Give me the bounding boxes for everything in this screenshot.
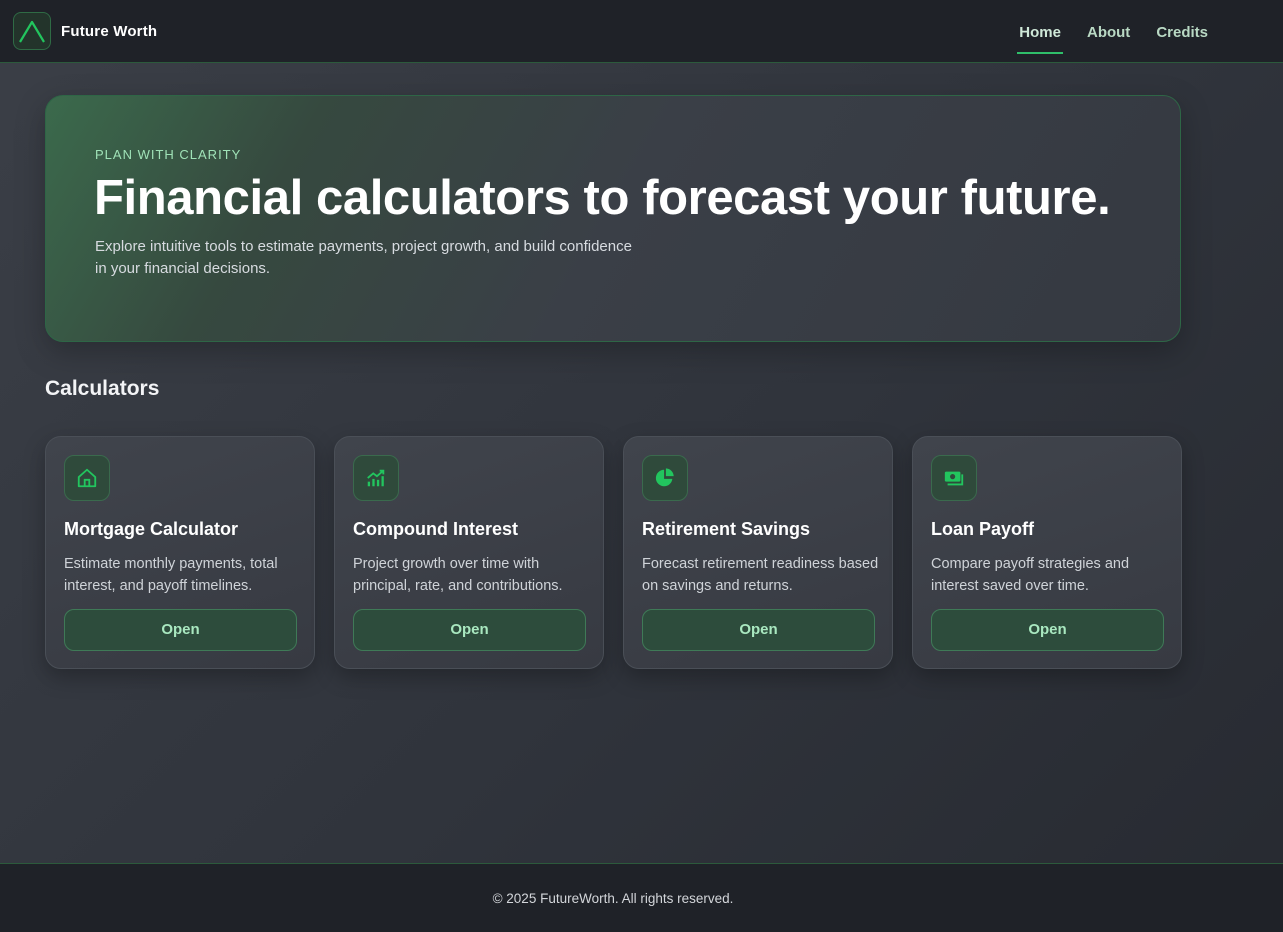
mortgage-card: Mortgage Calculator Estimate monthly pay… [45, 436, 315, 669]
open-compound-interest-button[interactable]: Open [353, 609, 586, 651]
peak-chevron-icon[interactable] [13, 12, 51, 50]
money-icon [931, 455, 977, 501]
hero-banner: PLAN WITH CLARITY Financial calculators … [45, 95, 1181, 342]
brand[interactable]: Future Worth [13, 12, 157, 50]
compound-interest-card: Compound Interest Project growth over ti… [334, 436, 604, 669]
chart-growth-icon [353, 455, 399, 501]
hero-title: Financial calculators to forecast your f… [94, 171, 1111, 225]
pie-chart-icon [642, 455, 688, 501]
top-navbar: Future Worth Home About Credits [0, 0, 1283, 63]
loan-payoff-card: Loan Payoff Compare payoff strategies an… [912, 436, 1182, 669]
brand-name[interactable]: Future Worth [61, 23, 157, 40]
retirement-card: Retirement Savings Forecast retirement r… [623, 436, 893, 669]
hero-subtitle: Explore intuitive tools to estimate paym… [95, 238, 632, 277]
card-title: Mortgage Calculator [64, 519, 239, 539]
nav-home-link[interactable]: Home [1017, 0, 1063, 54]
card-title: Compound Interest [353, 519, 518, 539]
copyright-text: © 2025 FutureWorth. All rights reserved. [492, 891, 734, 906]
card-title: Loan Payoff [931, 519, 1035, 539]
main-nav: Home About Credits [995, 0, 1210, 63]
card-description: Forecast retirement readiness based on s… [642, 556, 879, 594]
nav-credits-link[interactable]: Credits [1154, 0, 1210, 54]
nav-about-link[interactable]: About [1085, 0, 1132, 54]
open-retirement-button[interactable]: Open [642, 609, 875, 651]
house-icon [64, 455, 110, 501]
open-mortgage-button[interactable]: Open [64, 609, 297, 651]
card-description: Project growth over time with principal,… [353, 556, 563, 594]
card-description: Estimate monthly payments, total interes… [64, 556, 278, 594]
card-description: Compare payoff strategies and interest s… [931, 556, 1130, 594]
card-title: Retirement Savings [642, 519, 811, 539]
open-loan-payoff-button[interactable]: Open [931, 609, 1164, 651]
footer: © 2025 FutureWorth. All rights reserved. [0, 863, 1283, 932]
calculators-heading: Calculators [45, 377, 160, 400]
calculator-cards: Mortgage Calculator Estimate monthly pay… [45, 436, 1182, 669]
hero-eyebrow: PLAN WITH CLARITY [95, 147, 242, 162]
